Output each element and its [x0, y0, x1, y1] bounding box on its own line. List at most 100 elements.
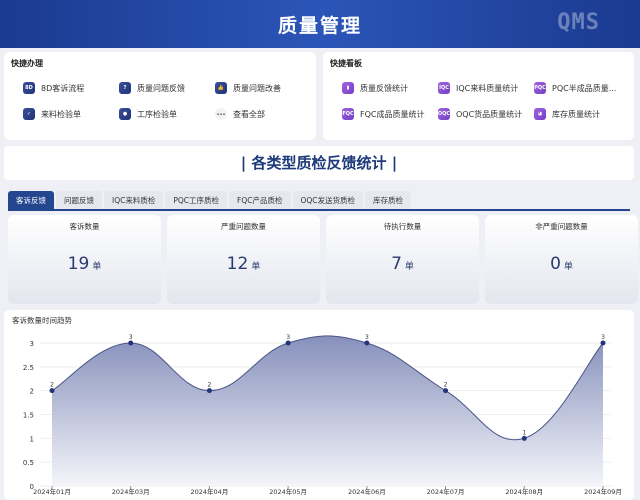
quick-item[interactable]: IQC IQC来料质量统计: [438, 82, 518, 94]
x-tick-label: 2024年07月: [427, 487, 465, 496]
stat-unit: 单: [251, 262, 261, 272]
quick-item[interactable]: ◕ 库存质量统计: [534, 108, 600, 120]
quick-item-label: 质量问题反馈: [137, 83, 185, 93]
iqc-icon: IQC: [438, 82, 450, 94]
x-tick-label: 2024年05月: [269, 487, 307, 496]
fqc-icon: FQC: [342, 108, 354, 120]
quick-item[interactable]: ● 工序检验单: [119, 108, 177, 120]
stat-card: 非严重问题数量 0 单: [485, 215, 638, 304]
quick-item[interactable]: ··· 查看全部: [215, 108, 265, 120]
data-point[interactable]: [206, 388, 212, 394]
quick-item[interactable]: ▮ 质量反馈统计: [342, 82, 408, 94]
tab-underline: [8, 209, 630, 211]
stat-value-wrap: 7单: [326, 254, 479, 274]
data-point[interactable]: [128, 340, 134, 346]
quick-item-label: FQC成品质量统计: [360, 109, 425, 119]
qms-logo: QMS: [557, 10, 600, 35]
stat-value-wrap: 19 单: [8, 254, 161, 274]
tab-3[interactable]: PQC工序质检: [165, 191, 228, 210]
tab-2[interactable]: IQC来料质检: [104, 191, 164, 210]
data-point[interactable]: [49, 388, 55, 394]
quick-item-label: 8D客诉流程: [41, 83, 85, 93]
data-label: 3: [365, 334, 369, 341]
stat-unit: 单: [563, 262, 573, 272]
data-label: 2: [444, 382, 448, 389]
quick-item[interactable]: 8D 8D客诉流程: [23, 82, 84, 94]
stat-card: 待执行数量 7 单: [326, 215, 479, 304]
tab-bar: 客诉反馈 问题反馈 IQC来料质检 PQC工序质检 FQC产品质检 OQC发送货质检 库存质…: [8, 191, 412, 210]
thumbs-up-icon: 👍: [215, 82, 227, 94]
panel-title: 快捷办理: [11, 59, 43, 68]
panel-title: 快捷看板: [330, 59, 362, 68]
y-tick-label: 2.5: [23, 364, 34, 372]
data-point[interactable]: [521, 435, 527, 441]
8d-icon: 8D: [23, 82, 35, 94]
section-title: | 各类型质检反馈统计 |: [4, 146, 634, 180]
y-tick-label: 3: [30, 340, 34, 348]
x-tick-label: 2024年01月: [33, 487, 71, 496]
shield-icon: ✓: [23, 108, 35, 120]
trend-chart: 00.511.522.5322024年01月32024年03月22024年04月…: [23, 334, 622, 496]
quick-item[interactable]: ? 质量问题反馈: [119, 82, 185, 94]
tab-5[interactable]: OQC发送货质检: [292, 191, 364, 210]
data-point[interactable]: [443, 388, 449, 394]
disc-icon: ●: [119, 108, 131, 120]
x-tick-label: 2024年03月: [112, 487, 150, 496]
x-tick-label: 2024年06月: [348, 487, 386, 496]
more-icon: ···: [215, 108, 227, 120]
x-tick-label: 2024年08月: [505, 487, 543, 496]
quick-item-label: IQC来料质量统计: [456, 83, 519, 93]
quick-item-label: 来料检验单: [41, 109, 81, 119]
area-fill: [52, 335, 603, 486]
stat-label: 非严重问题数量: [535, 222, 588, 231]
quick-item[interactable]: ✓ 来料检验单: [23, 108, 81, 120]
data-label: 2: [50, 382, 54, 389]
data-label: 3: [286, 334, 290, 341]
y-tick-label: 2: [30, 388, 34, 396]
stat-card: 客诉数量 19 单: [8, 215, 161, 304]
tab-1[interactable]: 问题反馈: [56, 191, 102, 210]
quick-item-label: 工序检验单: [137, 109, 177, 119]
tab-6[interactable]: 库存质检: [365, 191, 412, 210]
quick-item-label: PQC半成品质量...: [552, 83, 617, 93]
quick-item[interactable]: 👍 质量问题改善: [215, 82, 281, 94]
stat-card: 严重问题数量 12 单: [167, 215, 320, 304]
y-tick-label: 1.5: [23, 412, 34, 420]
x-tick-label: 2024年09月: [584, 487, 622, 496]
quick-handle-panel: 快捷办理 8D 8D客诉流程? 质量问题反馈 👍 质量问题改善 ✓ 来料检验单 ● 工序检验单 ·…: [4, 52, 316, 140]
y-tick-label: 1: [30, 435, 34, 443]
quick-item[interactable]: PQC PQC半成品质量...: [534, 82, 616, 94]
data-label: 1: [522, 429, 526, 436]
stat-value: 12: [226, 254, 249, 274]
stat-label: 严重问题数量: [221, 222, 266, 231]
question-icon: ?: [119, 82, 131, 94]
stat-value: 19: [67, 254, 90, 274]
quick-item-label: 库存质量统计: [552, 109, 600, 119]
quick-item[interactable]: OQC OQC货品质量统计: [438, 108, 522, 120]
data-label: 2: [208, 382, 212, 389]
stat-label: 客诉数量: [69, 222, 100, 231]
quick-item-label: 质量反馈统计: [360, 83, 408, 93]
data-point[interactable]: [600, 340, 606, 346]
quick-item-label: 质量问题改善: [233, 83, 281, 93]
stat-value: 0: [550, 254, 561, 274]
tab-4[interactable]: FQC产品质检: [229, 191, 291, 210]
page-title: 质量管理: [277, 15, 362, 37]
tab-0[interactable]: 客诉反馈: [8, 191, 54, 210]
data-point[interactable]: [285, 340, 291, 346]
quick-item-label: OQC货品质量统计: [456, 109, 523, 119]
stat-value-wrap: 12 单: [167, 254, 320, 274]
data-label: 3: [601, 334, 605, 341]
quick-board-panel: 快捷看板 ▮ 质量反馈统计 IQC IQC来料质量统计 PQC PQC半成品质量... FQ…: [323, 52, 634, 140]
data-point[interactable]: [364, 340, 370, 346]
pie-icon: ◕: [534, 108, 546, 120]
stat-unit: 单: [92, 262, 102, 272]
stat-unit: 单: [404, 262, 414, 272]
app-header: 质量管理 QMS: [0, 0, 640, 48]
quick-item[interactable]: FQC FQC成品质量统计: [342, 108, 424, 120]
y-tick-label: 0.5: [23, 459, 34, 467]
x-tick-label: 2024年04月: [191, 487, 229, 496]
bar-chart-icon: ▮: [342, 82, 354, 94]
pqc-icon: PQC: [534, 82, 546, 94]
stat-value: 7: [391, 254, 402, 274]
